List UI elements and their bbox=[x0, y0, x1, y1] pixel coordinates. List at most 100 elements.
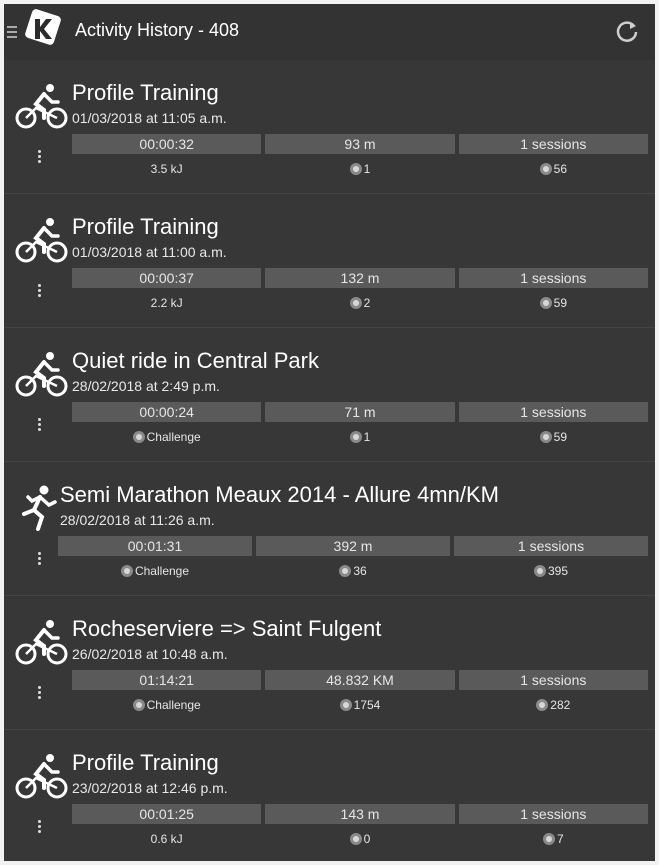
stat2-cell: 36 bbox=[256, 562, 450, 580]
distance-value: 132 m bbox=[265, 268, 455, 288]
stat3-cell: 56 bbox=[459, 160, 648, 178]
stats-row: 00:00:37 132 m 1 sessions bbox=[72, 268, 648, 288]
activity-item[interactable]: Profile Training 23/02/2018 at 12:46 p.m… bbox=[4, 730, 655, 861]
duration-value: 01:14:21 bbox=[72, 670, 262, 690]
energy-value: 2.2 kJ bbox=[150, 296, 183, 310]
badge-icon bbox=[539, 297, 552, 309]
app-screen: Activity History - 408 Profile Training … bbox=[4, 4, 655, 861]
duration-value: 00:01:25 bbox=[72, 804, 262, 824]
challenge-icon bbox=[132, 431, 145, 443]
substats-row: Challenge 36 395 bbox=[58, 562, 648, 580]
distance-value: 71 m bbox=[265, 402, 455, 422]
cycling-icon bbox=[15, 84, 68, 129]
activity-item[interactable]: Quiet ride in Central Park 28/02/2018 at… bbox=[4, 328, 655, 462]
stats-row: 00:01:25 143 m 1 sessions bbox=[72, 804, 648, 824]
stat2-cell: 1754 bbox=[265, 696, 454, 714]
badge-icon bbox=[349, 833, 362, 845]
activity-date: 28/02/2018 at 11:26 a.m. bbox=[60, 512, 215, 528]
activity-item[interactable]: Semi Marathon Meaux 2014 - Allure 4mn/KM… bbox=[4, 462, 655, 596]
energy-value: Challenge bbox=[134, 564, 190, 578]
activity-name: Profile Training bbox=[72, 750, 219, 775]
stat3-cell: 395 bbox=[454, 562, 648, 580]
energy-value: 0.6 kJ bbox=[150, 832, 183, 846]
substats-row: 3.5 kJ 1 56 bbox=[72, 160, 648, 178]
activity-name: Profile Training bbox=[72, 80, 219, 105]
distance-value: 392 m bbox=[256, 536, 450, 556]
duration-value: 00:01:31 bbox=[58, 536, 252, 556]
energy-value: 3.5 kJ bbox=[150, 162, 183, 176]
challenge-icon bbox=[132, 699, 145, 711]
stat2-value: 1 bbox=[363, 430, 371, 444]
sessions-value: 1 sessions bbox=[458, 268, 648, 288]
activity-item[interactable]: Rocheserviere => Saint Fulgent 26/02/201… bbox=[4, 596, 655, 730]
sessions-value: 1 sessions bbox=[458, 804, 648, 824]
energy-cell: Challenge bbox=[72, 696, 261, 714]
activity-date: 01/03/2018 at 11:05 a.m. bbox=[72, 110, 227, 126]
badge-icon bbox=[339, 699, 352, 711]
substats-row: Challenge 1754 282 bbox=[72, 696, 648, 714]
more-options-icon[interactable] bbox=[38, 820, 42, 835]
more-options-icon[interactable] bbox=[38, 418, 42, 433]
activity-name: Semi Marathon Meaux 2014 - Allure 4mn/KM bbox=[60, 482, 499, 507]
cycling-icon bbox=[15, 620, 68, 665]
badge-icon bbox=[539, 163, 552, 175]
distance-value: 93 m bbox=[265, 134, 455, 154]
stat3-cell: 59 bbox=[459, 428, 648, 446]
stat2-value: 1 bbox=[363, 162, 371, 176]
stat3-value: 59 bbox=[553, 296, 567, 310]
activity-date: 23/02/2018 at 12:46 p.m. bbox=[72, 780, 228, 796]
badge-icon bbox=[539, 431, 552, 443]
distance-value: 48.832 KM bbox=[265, 670, 455, 690]
substats-row: 0.6 kJ 0 7 bbox=[72, 830, 648, 848]
stat3-cell: 282 bbox=[459, 696, 648, 714]
stat3-value: 395 bbox=[547, 564, 569, 578]
activity-name: Profile Training bbox=[72, 214, 219, 239]
stat2-cell: 0 bbox=[265, 830, 454, 848]
energy-value: Challenge bbox=[146, 430, 201, 444]
substats-row: 2.2 kJ 2 59 bbox=[72, 294, 648, 312]
activity-name: Rocheserviere => Saint Fulgent bbox=[72, 616, 382, 641]
stat3-cell: 7 bbox=[459, 830, 648, 848]
distance-value: 143 m bbox=[265, 804, 455, 824]
stats-row: 00:00:24 71 m 1 sessions bbox=[72, 402, 648, 422]
duration-value: 00:00:32 bbox=[72, 134, 262, 154]
badge-icon bbox=[533, 565, 546, 577]
stat2-value: 2 bbox=[363, 296, 371, 310]
stat2-cell: 1 bbox=[265, 428, 454, 446]
stats-row: 01:14:21 48.832 KM 1 sessions bbox=[72, 670, 648, 690]
sessions-value: 1 sessions bbox=[458, 402, 648, 422]
badge-icon bbox=[349, 297, 362, 309]
page-title: Activity History - 408 bbox=[75, 20, 240, 40]
badge-icon bbox=[349, 431, 362, 443]
energy-cell: Challenge bbox=[58, 562, 252, 580]
menu-icon[interactable] bbox=[7, 26, 17, 41]
energy-value: Challenge bbox=[146, 698, 201, 712]
badge-icon bbox=[536, 699, 549, 711]
refresh-icon[interactable] bbox=[613, 18, 641, 46]
activity-date: 26/02/2018 at 10:48 a.m. bbox=[72, 646, 228, 662]
more-options-icon[interactable] bbox=[38, 686, 42, 701]
substats-row: Challenge 1 59 bbox=[72, 428, 648, 446]
more-options-icon[interactable] bbox=[38, 552, 42, 567]
stat3-cell: 59 bbox=[459, 294, 648, 312]
activity-date: 28/02/2018 at 2:49 p.m. bbox=[72, 378, 220, 394]
stats-row: 00:01:31 392 m 1 sessions bbox=[58, 536, 648, 556]
stat3-value: 7 bbox=[556, 832, 564, 846]
stats-row: 00:00:32 93 m 1 sessions bbox=[72, 134, 648, 154]
duration-value: 00:00:24 bbox=[72, 402, 262, 422]
stat3-value: 56 bbox=[553, 162, 567, 176]
stat2-cell: 2 bbox=[265, 294, 454, 312]
energy-cell: 0.6 kJ bbox=[72, 830, 261, 848]
challenge-icon bbox=[120, 565, 133, 577]
activity-list: Profile Training 01/03/2018 at 11:05 a.m… bbox=[4, 60, 655, 861]
more-options-icon[interactable] bbox=[38, 150, 42, 165]
activity-item[interactable]: Profile Training 01/03/2018 at 11:05 a.m… bbox=[4, 60, 655, 194]
energy-cell: 3.5 kJ bbox=[72, 160, 261, 178]
sessions-value: 1 sessions bbox=[458, 670, 648, 690]
more-options-icon[interactable] bbox=[38, 284, 42, 299]
sessions-value: 1 sessions bbox=[458, 134, 648, 154]
stat2-value: 0 bbox=[363, 832, 371, 846]
badge-icon bbox=[349, 163, 362, 175]
badge-icon bbox=[339, 565, 352, 577]
activity-item[interactable]: Profile Training 01/03/2018 at 11:00 a.m… bbox=[4, 194, 655, 328]
